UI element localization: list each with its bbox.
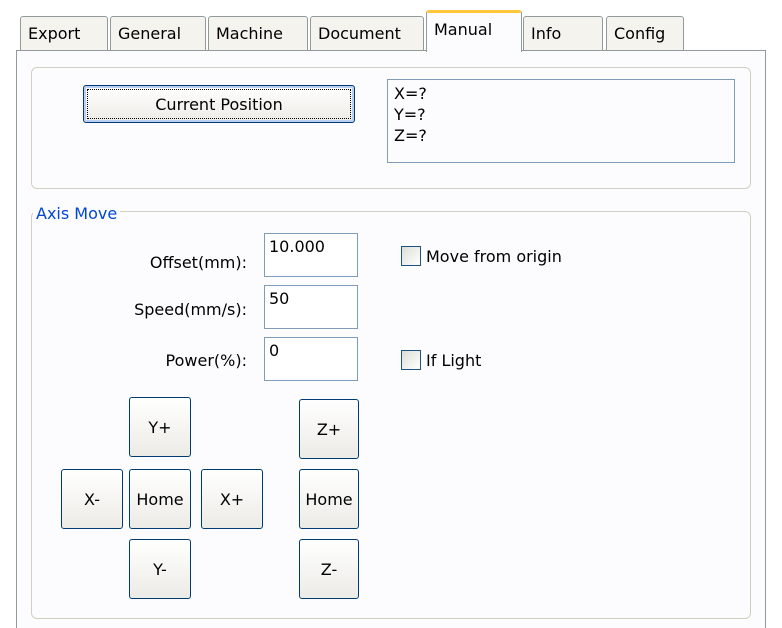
y-minus-button[interactable]: Y- <box>129 539 191 599</box>
tab-machine[interactable]: Machine <box>208 16 308 50</box>
checkbox-box[interactable] <box>401 246 421 266</box>
y-plus-button[interactable]: Y+ <box>129 397 191 457</box>
x-plus-button[interactable]: X+ <box>201 469 263 529</box>
current-position-button[interactable]: Current Position <box>83 85 355 123</box>
xy-home-button[interactable]: Home <box>129 469 191 529</box>
z-home-button[interactable]: Home <box>299 469 359 529</box>
tab-info[interactable]: Info <box>523 16 603 50</box>
tab-general[interactable]: General <box>110 16 206 50</box>
speed-label: Speed(mm/s): <box>134 300 247 319</box>
position-readout: X=? Y=? Z=? <box>387 79 735 163</box>
tab-config[interactable]: Config <box>606 16 684 50</box>
manual-tab-page: Current Position X=? Y=? Z=? Axis Move O… <box>16 50 766 628</box>
tab-export[interactable]: Export <box>20 16 108 50</box>
axis-move-title: Axis Move <box>33 204 121 224</box>
if-light-label: If Light <box>426 350 482 370</box>
tab-manual[interactable]: Manual <box>426 10 522 52</box>
z-position-value: Z=? <box>394 126 427 145</box>
offset-label: Offset(mm): <box>149 253 247 272</box>
offset-input[interactable] <box>264 233 358 277</box>
checkbox-box[interactable] <box>401 350 421 370</box>
speed-input[interactable] <box>264 285 358 329</box>
if-light-checkbox[interactable]: If Light <box>401 350 481 370</box>
tab-document[interactable]: Document <box>310 16 424 50</box>
tab-strip: Export General Machine Document Manual I… <box>0 0 782 52</box>
power-label: Power(%): <box>165 351 247 370</box>
power-input[interactable] <box>264 337 358 381</box>
move-from-origin-checkbox[interactable]: Move from origin <box>401 246 562 266</box>
y-position-value: Y=? <box>394 105 426 124</box>
z-minus-button[interactable]: Z- <box>299 539 359 599</box>
z-plus-button[interactable]: Z+ <box>299 399 359 459</box>
x-minus-button[interactable]: X- <box>61 469 123 529</box>
move-from-origin-label: Move from origin <box>426 246 562 266</box>
x-position-value: X=? <box>394 84 427 103</box>
